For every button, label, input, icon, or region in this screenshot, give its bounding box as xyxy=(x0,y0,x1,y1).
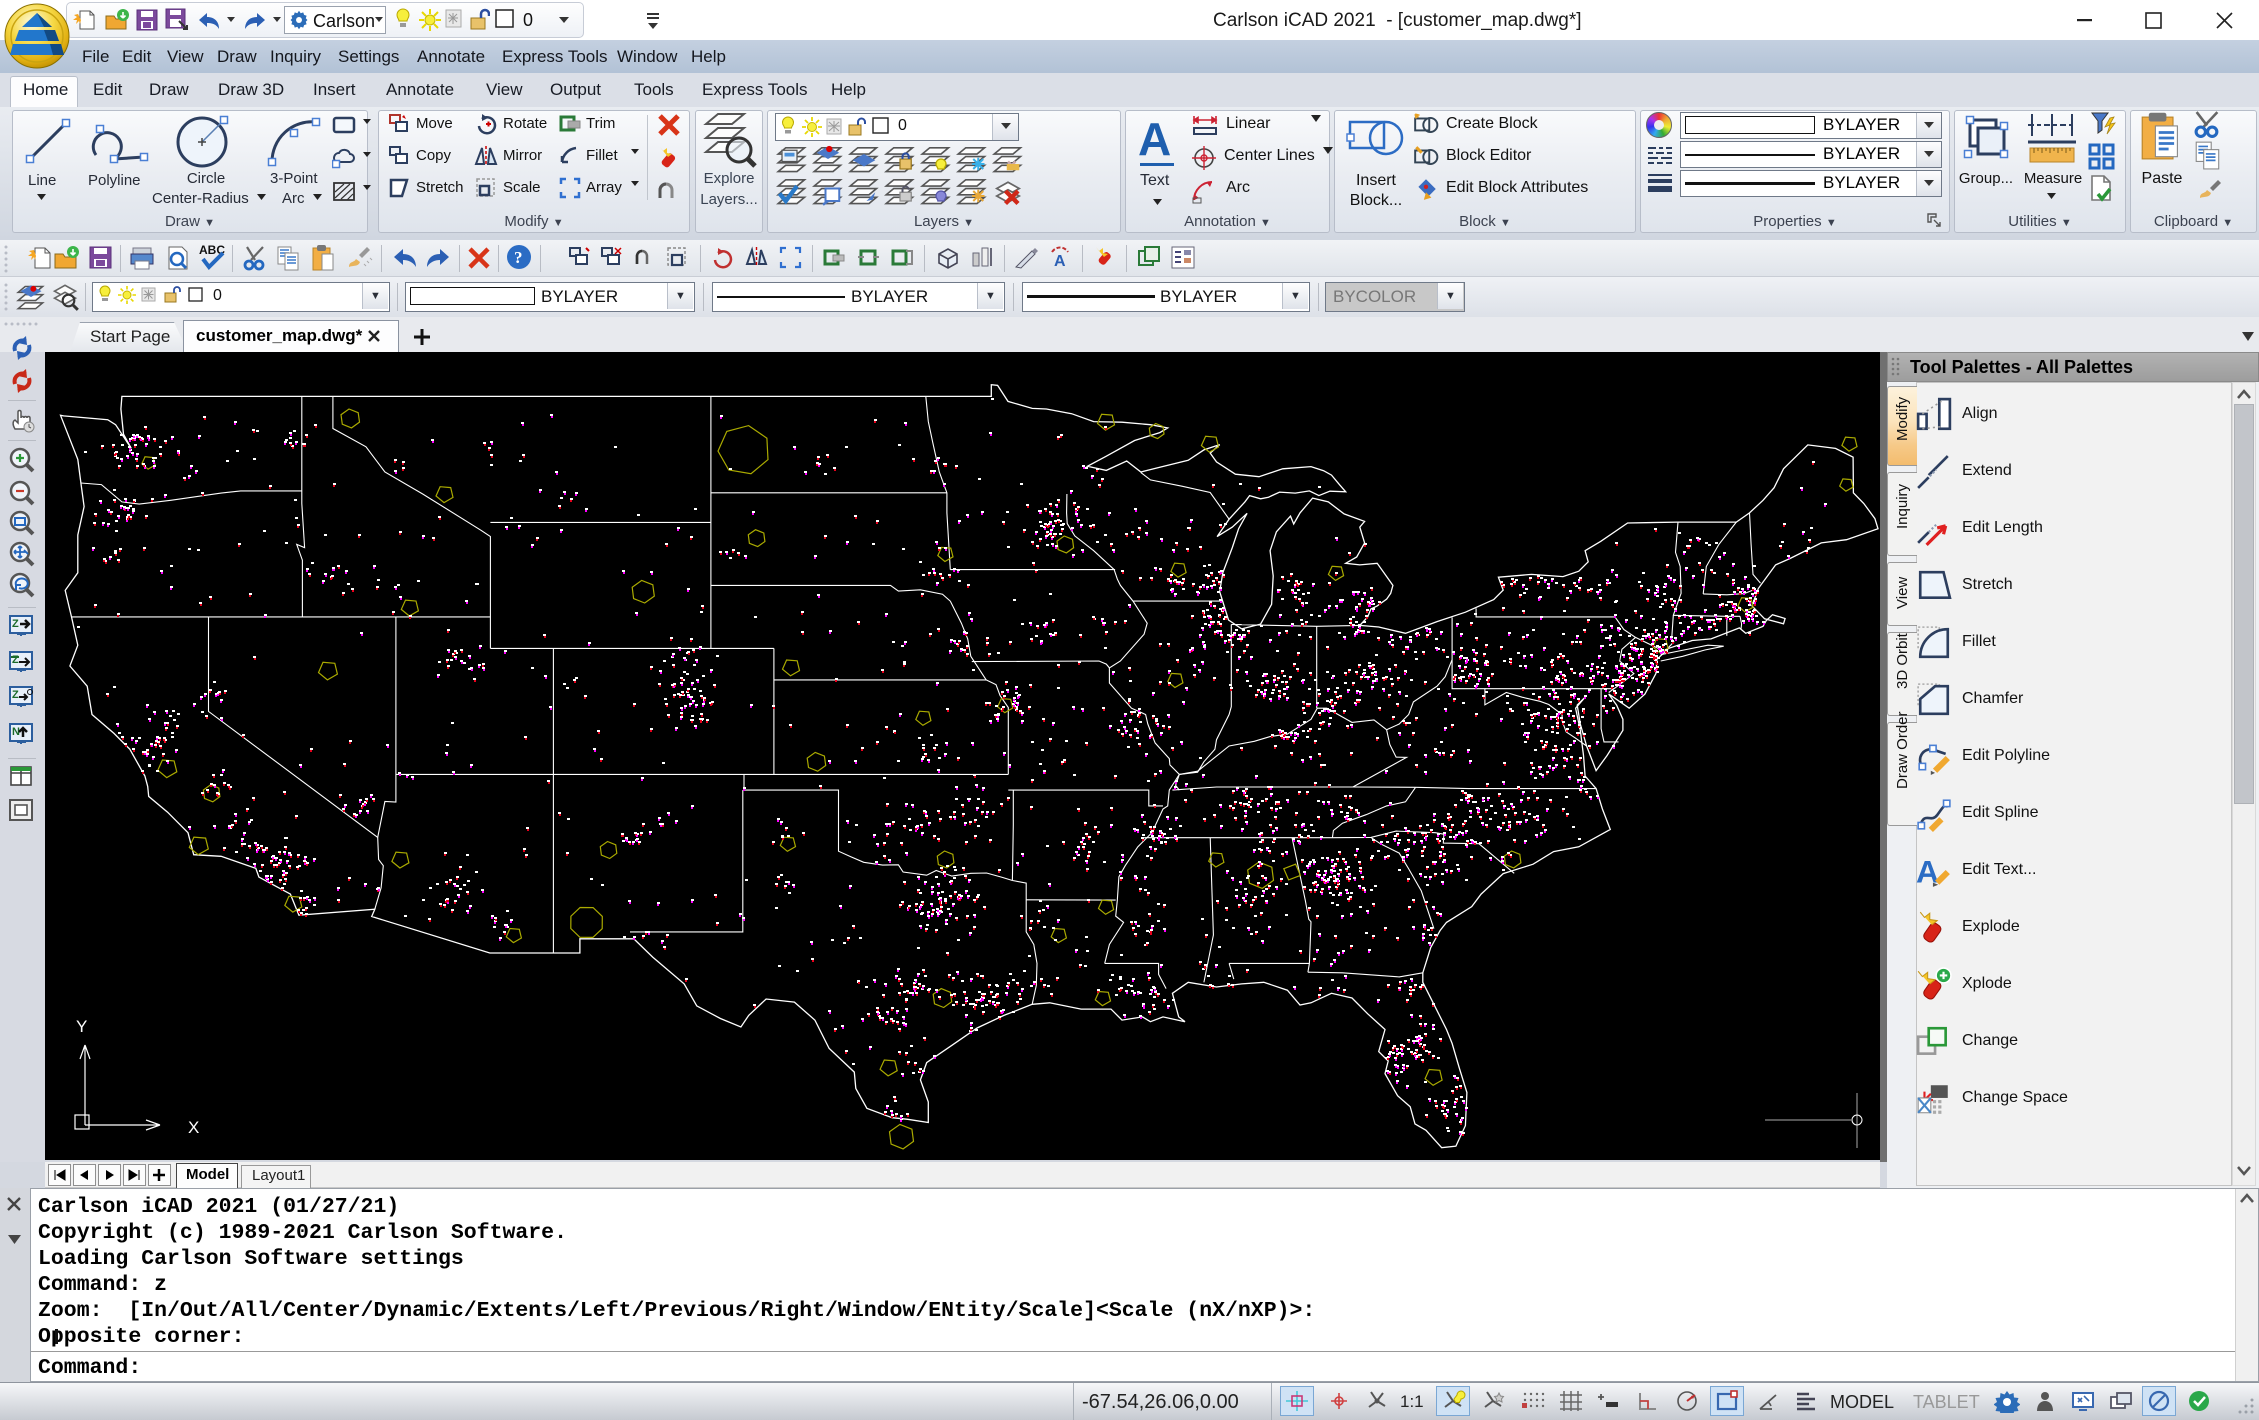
svg-text:Z: Z xyxy=(12,689,19,701)
svg-text:A: A xyxy=(1054,253,1066,270)
svg-text:?: ? xyxy=(514,248,523,267)
svg-text:Z: Z xyxy=(12,618,19,630)
svg-text:X: X xyxy=(188,1118,199,1137)
svg-text:Z: Z xyxy=(12,654,19,666)
svg-text:Y: Y xyxy=(76,1017,87,1036)
svg-text:N: N xyxy=(12,726,20,738)
